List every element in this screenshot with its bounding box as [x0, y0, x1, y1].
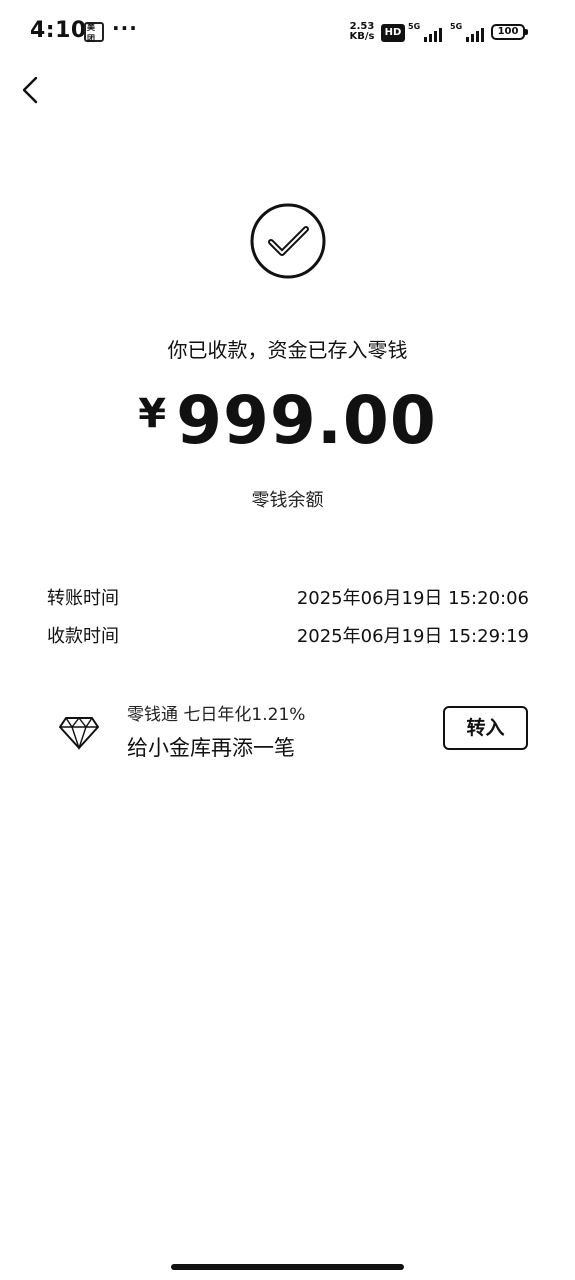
network-speed-unit: KB/s [349, 31, 375, 42]
check-circle-icon [249, 202, 327, 280]
balance-label: 零钱余额 [251, 490, 324, 511]
signal-network-label-1: 5G [408, 22, 421, 31]
promo-title: 给小金库再添一笔 [127, 736, 295, 760]
status-time: 4:10 [30, 18, 87, 43]
signal-icon-1: 5G [408, 22, 444, 42]
detail-label: 转账时间 [47, 588, 119, 609]
detail-value: 2025年06月19日 15:29:19 [296, 626, 529, 647]
amount: ¥999.00 [0, 382, 575, 459]
detail-row-transfer-time: 转账时间 2025年06月19日 15:20:06 [47, 584, 529, 612]
home-indicator[interactable] [171, 1264, 404, 1270]
detail-value: 2025年06月19日 15:20:06 [296, 588, 529, 609]
diamond-icon [58, 710, 100, 752]
more-notifications-icon: ··· [112, 16, 138, 40]
signal-network-label-2: 5G [450, 22, 463, 31]
network-speed: 2.53 KB/s [346, 22, 378, 42]
back-button[interactable] [14, 72, 50, 108]
status-bar: 4:10 美团 ··· 2.53 KB/s HD 5G 5G 100 [0, 0, 575, 64]
hd-voice-icon: HD [381, 24, 405, 42]
amount-value: 999.00 [176, 382, 437, 459]
app-notification-icon: 美团 [84, 22, 104, 43]
detail-row-receive-time: 收款时间 2025年06月19日 15:29:19 [47, 622, 529, 650]
battery-icon: 100 [491, 24, 528, 40]
result-message: 你已收款，资金已存入零钱 [167, 338, 408, 362]
signal-icon-2: 5G [450, 22, 486, 42]
chevron-left-icon [22, 76, 38, 104]
app-notification-label: 美团 [87, 23, 95, 43]
promo-subtitle: 零钱通 七日年化1.21% [127, 705, 306, 725]
promo-card: 零钱通 七日年化1.21% 给小金库再添一笔 转入 [58, 700, 530, 762]
transfer-in-button[interactable]: 转入 [443, 706, 528, 750]
detail-label: 收款时间 [47, 626, 119, 647]
currency-symbol: ¥ [138, 391, 167, 437]
